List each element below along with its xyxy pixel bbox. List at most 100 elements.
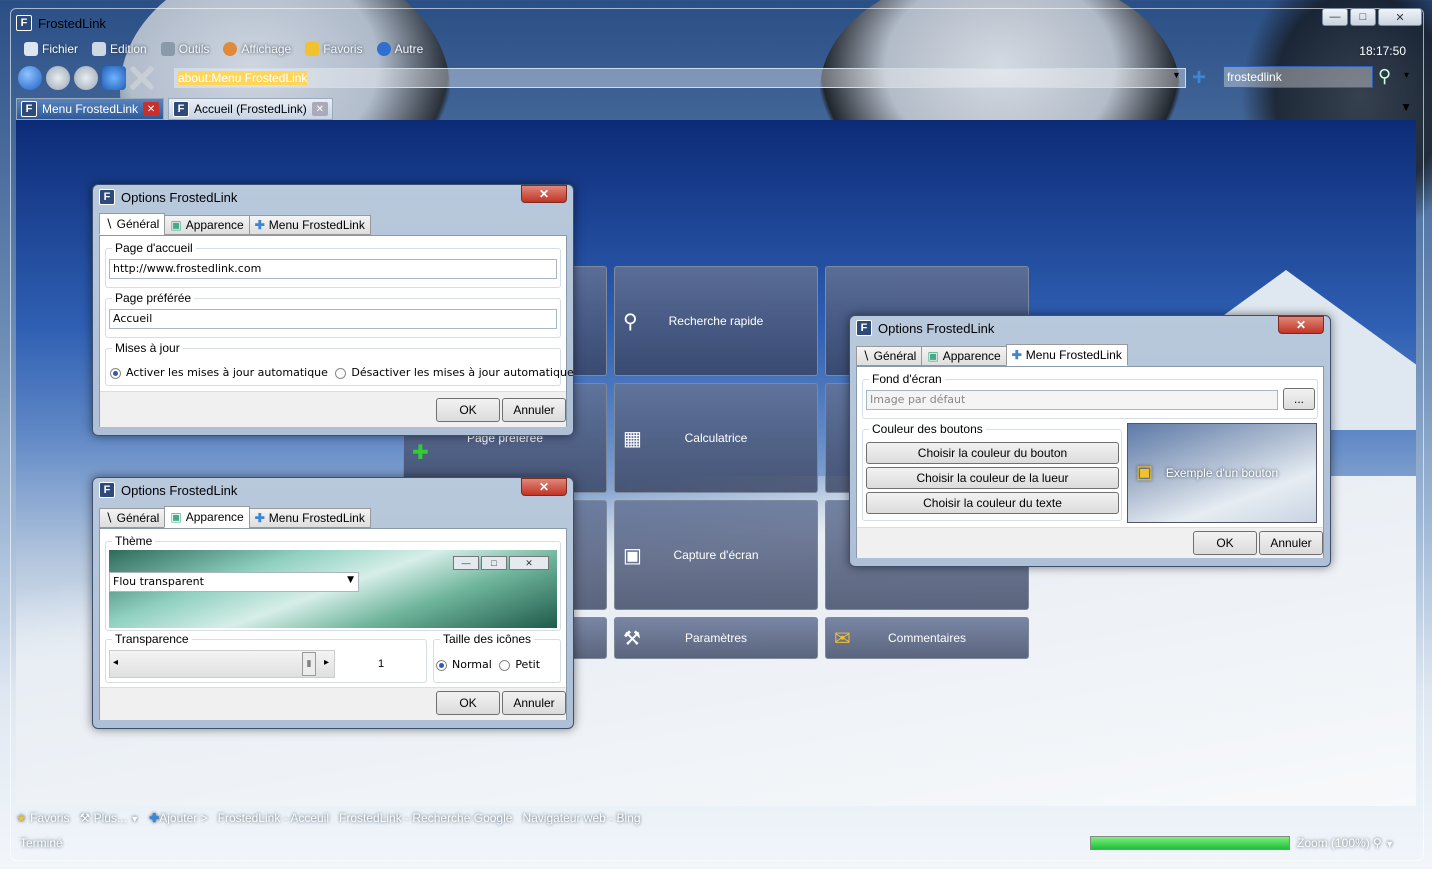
tab-general[interactable]: ∖ Général bbox=[856, 346, 923, 366]
radio-icon bbox=[335, 367, 347, 379]
calculator-icon: ▦ bbox=[623, 427, 642, 450]
plus-icon: ✚ bbox=[254, 218, 265, 232]
bookmark-link[interactable]: Navigateur web - Bing bbox=[522, 811, 640, 825]
tab-apparence[interactable]: ▣ Apparence bbox=[164, 215, 250, 235]
group-label: Page préférée bbox=[112, 291, 195, 305]
bookmark-link[interactable]: FrostedLink - Acceuil bbox=[218, 811, 329, 825]
forward-button[interactable] bbox=[74, 66, 98, 90]
group-updates: Mises à jour Activer les mises à jour au… bbox=[105, 341, 574, 386]
cancel-button[interactable]: Annuler bbox=[1259, 531, 1323, 555]
dialog-title-bar: F Options FrostedLink bbox=[856, 320, 994, 336]
group-label: Mises à jour bbox=[112, 341, 183, 355]
preferred-page-input[interactable]: Accueil bbox=[109, 309, 557, 329]
status-text: Terminé bbox=[20, 836, 63, 850]
tab-menu-frostedlink[interactable]: ✚ Menu FrostedLink bbox=[1005, 344, 1128, 366]
button-color-button[interactable]: Choisir la couleur du bouton bbox=[866, 442, 1119, 464]
example-button-preview[interactable]: ▣ Exemple d'un bouton bbox=[1127, 423, 1317, 523]
dialog-tabs: ∖ Général ▣ Apparence ✚ Menu FrostedLink bbox=[856, 344, 1128, 366]
radio-selected-icon bbox=[436, 659, 447, 671]
tab-apparence[interactable]: ▣ Apparence bbox=[164, 506, 250, 528]
dialog-close-button[interactable]: ✕ bbox=[1278, 316, 1324, 334]
slider-thumb[interactable]: ⦀ bbox=[302, 652, 316, 676]
menu-favoris[interactable]: Favoris bbox=[305, 42, 363, 56]
theme-selected-value: Flou transparent bbox=[113, 575, 204, 588]
maximize-button[interactable]: □ bbox=[1350, 8, 1376, 26]
wallpaper-input[interactable]: Image par défaut bbox=[866, 390, 1278, 410]
bookmark-ajouter[interactable]: ✚Ajouter > bbox=[149, 811, 207, 825]
auto-update-on-radio[interactable]: Activer les mises à jour automatique bbox=[110, 366, 328, 379]
refresh-button[interactable] bbox=[102, 66, 126, 90]
stop-button[interactable] bbox=[130, 66, 154, 90]
tab-general[interactable]: ∖ Général bbox=[99, 508, 166, 528]
tab-accueil[interactable]: F Accueil (FrostedLink) ✕ bbox=[168, 98, 333, 120]
tab-label: Menu FrostedLink bbox=[42, 102, 139, 116]
radio-selected-icon bbox=[110, 367, 121, 379]
home-page-input[interactable]: http://www.frostedlink.com bbox=[109, 259, 557, 279]
bookmark-link[interactable]: FrostedLink - Recherche Google bbox=[339, 811, 512, 825]
tile-label: Recherche rapide bbox=[668, 314, 764, 328]
auto-update-off-radio[interactable]: Désactiver les mises à jour automatique bbox=[335, 366, 574, 379]
menu-bar: Fichier Edition Outils Affichage Favoris… bbox=[24, 42, 423, 56]
group-transparency: Transparence ◂ ⦀ ▸ 1 bbox=[105, 632, 427, 683]
menu-edition[interactable]: Edition bbox=[92, 42, 147, 56]
tab-general[interactable]: ∖ Général bbox=[99, 213, 166, 235]
view-icon bbox=[223, 42, 238, 56]
ok-button[interactable]: OK bbox=[436, 691, 500, 715]
cancel-button[interactable]: Annuler bbox=[502, 398, 566, 422]
file-icon bbox=[24, 42, 38, 56]
search-input[interactable]: frostedlink bbox=[1223, 66, 1373, 88]
search-dropdown-icon[interactable]: ▾ bbox=[1404, 70, 1409, 81]
plus-icon: ✚ bbox=[149, 811, 160, 825]
slider-right-arrow[interactable]: ▸ bbox=[324, 657, 329, 668]
tab-list-dropdown-icon[interactable]: ▼ bbox=[1400, 100, 1412, 114]
theme-select[interactable]: Flou transparent ▼ bbox=[109, 572, 359, 592]
menu-outils[interactable]: Outils bbox=[160, 42, 209, 56]
back-button[interactable] bbox=[46, 66, 70, 90]
minimize-button[interactable]: — bbox=[1322, 8, 1348, 26]
tile-calculatrice[interactable]: ▦ Calculatrice bbox=[614, 383, 818, 493]
globe-icon[interactable] bbox=[18, 66, 42, 90]
slider-left-arrow[interactable]: ◂ bbox=[113, 657, 118, 668]
address-bar[interactable]: about:Menu FrostedLink bbox=[174, 68, 1186, 88]
menu-affichage[interactable]: Affichage bbox=[223, 42, 291, 56]
add-bookmark-icon[interactable]: + bbox=[1192, 66, 1206, 90]
bookmark-plus[interactable]: ⚒ Plus... ▼ bbox=[79, 811, 139, 825]
dialog-body: Page d'accueil http://www.frostedlink.co… bbox=[99, 235, 574, 427]
glow-color-button[interactable]: Choisir la couleur de la lueur bbox=[866, 467, 1119, 489]
browse-button[interactable]: ... bbox=[1283, 388, 1315, 410]
group-icon-size: Taille des icônes Normal Petit bbox=[433, 632, 561, 683]
text-color-button[interactable]: Choisir la couleur du texte bbox=[866, 492, 1119, 514]
updates-options: Activer les mises à jour automatique Dés… bbox=[110, 366, 574, 379]
tab-menu-frostedlink[interactable]: F Menu FrostedLink ✕ bbox=[16, 98, 165, 120]
navigation-bar: about:Menu FrostedLink ▼ + frostedlink ⚲… bbox=[16, 64, 1416, 92]
menu-autre[interactable]: Autre bbox=[376, 42, 423, 56]
size-small-radio[interactable]: Petit bbox=[499, 658, 540, 671]
group-theme: Thème — □ ✕ Flou transparent ▼ bbox=[105, 534, 561, 631]
wand-icon: ∖ bbox=[105, 217, 113, 231]
ok-button[interactable]: OK bbox=[436, 398, 500, 422]
bookmark-favoris[interactable]: ★ Favoris bbox=[16, 811, 69, 825]
tile-recherche-rapide[interactable]: ⚲ Recherche rapide bbox=[614, 266, 818, 376]
dialog-close-button[interactable]: ✕ bbox=[521, 478, 567, 496]
transparency-slider[interactable]: ◂ ⦀ ▸ bbox=[109, 650, 335, 678]
plus-icon: ✚ bbox=[1011, 348, 1022, 362]
maximize-icon: □ bbox=[481, 556, 507, 570]
cancel-button[interactable]: Annuler bbox=[502, 691, 566, 715]
tile-parametres[interactable]: ⚒ Paramètres bbox=[614, 617, 818, 659]
tab-menu-frostedlink[interactable]: ✚ Menu FrostedLink bbox=[248, 508, 371, 528]
tab-menu-frostedlink[interactable]: ✚ Menu FrostedLink bbox=[248, 215, 371, 235]
ok-button[interactable]: OK bbox=[1193, 531, 1257, 555]
close-button[interactable]: ✕ bbox=[1378, 8, 1422, 26]
tile-capture-ecran[interactable]: ▣ Capture d'écran bbox=[614, 500, 818, 610]
tile-commentaires[interactable]: ✉ Commentaires bbox=[825, 617, 1029, 659]
close-tab-icon[interactable]: ✕ bbox=[143, 102, 160, 116]
close-tab-icon[interactable]: ✕ bbox=[311, 102, 328, 116]
menu-fichier[interactable]: Fichier bbox=[24, 42, 78, 56]
group-preferred-page: Page préférée Accueil bbox=[105, 291, 561, 338]
search-icon[interactable]: ⚲ bbox=[1378, 66, 1400, 88]
dialog-close-button[interactable]: ✕ bbox=[521, 185, 567, 203]
address-dropdown-icon[interactable]: ▼ bbox=[1172, 70, 1181, 80]
size-normal-radio[interactable]: Normal bbox=[436, 658, 492, 671]
zoom-control[interactable]: Zoom (100%) ⚲ ▼ bbox=[1297, 836, 1394, 850]
tab-apparence[interactable]: ▣ Apparence bbox=[921, 346, 1007, 366]
